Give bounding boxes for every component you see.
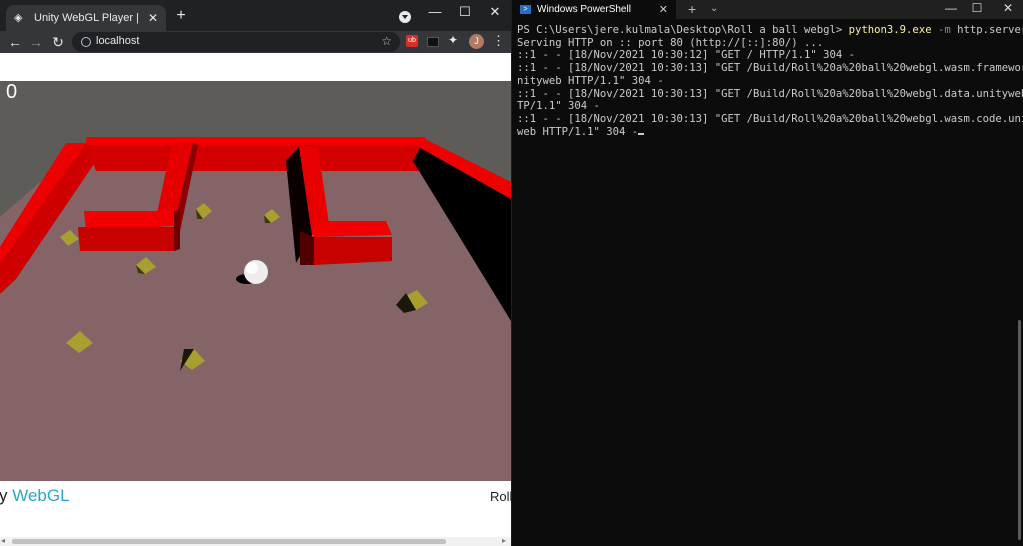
unity-game-canvas[interactable]: 0 [0,81,511,481]
terminal-new-tab-button[interactable]: + [688,1,696,17]
scrollbar-thumb[interactable] [12,539,446,544]
terminal-tab-close-icon[interactable]: ✕ [659,3,668,16]
build-title: Roll [490,489,511,504]
output-line: web HTTP/1.1" 304 - [517,126,1012,139]
close-window-button[interactable]: ✕ [486,4,504,20]
maze-wall-right-horizontal-face [314,237,392,265]
browser-tab-strip: ◈ Unity WebGL Player | Roll a ball ✕ + —… [0,0,511,31]
score-counter: 0 [6,81,18,103]
tab-search-icon[interactable] [399,11,411,23]
terminal-minimize-button[interactable]: — [943,1,959,15]
back-wall-top [86,137,428,145]
terminal-close-button[interactable]: ✕ [1000,1,1016,15]
terminal-scrollbar[interactable] [1018,320,1021,540]
output-line: ::1 - - [18/Nov/2021 10:30:12] "GET / HT… [517,49,856,62]
scroll-left-arrow-icon[interactable]: ◂ [1,536,5,545]
scroll-right-arrow-icon[interactable]: ▸ [502,536,506,545]
extensions-puzzle-icon[interactable]: ✦ [448,33,458,47]
unity-icon: ◈ [14,12,23,24]
terminal-output[interactable]: PS C:\Users\jere.kulmala\Desktop\Roll a … [517,24,1023,139]
terminal-dropdown-icon[interactable]: ⌄ [710,3,718,14]
text-cursor [638,132,645,135]
terminal-tab[interactable]: > Windows PowerShell ✕ [512,0,676,19]
maze-wall-left-horizontal-side [174,209,180,251]
powershell-icon: > [520,5,531,14]
horizontal-scrollbar[interactable]: ◂ ▸ [0,536,511,546]
minimize-button[interactable]: — [426,4,444,19]
output-line: ::1 - - [18/Nov/2021 10:30:13] "GET /Bui… [517,87,1023,100]
maze-wall-right-horizontal-top [312,221,392,237]
webgl-logo: y WebGL [0,486,70,505]
browser-window: ◈ Unity WebGL Player | Roll a ball ✕ + —… [0,0,511,546]
maximize-button[interactable]: ☐ [456,4,474,20]
maze-wall-left-horizontal-face [78,227,174,251]
unity-footer: y WebGL Roll [0,481,511,537]
chrome-menu-icon[interactable]: ⋮ [492,33,505,49]
back-wall-face [86,145,430,171]
browser-toolbar: ← → ↻ localhost ☆ ub ✦ J ⋮ [0,31,511,53]
terminal-titlebar: > Windows PowerShell ✕ + ⌄ — ☐ ✕ [512,0,1023,19]
output-line: Serving HTTP on :: port 80 (http://[::]:… [517,36,824,49]
terminal-tab-title: Windows PowerShell [537,4,631,15]
terminal-maximize-button[interactable]: ☐ [969,1,985,15]
new-tab-button[interactable]: + [172,7,190,25]
output-line: TP/1.1" 304 - [517,100,600,113]
extension-icon[interactable] [427,37,439,47]
forward-button[interactable]: → [27,32,45,52]
ublock-extension-icon[interactable]: ub [406,35,418,47]
tab-title: Unity WebGL Player | Roll a ball [34,12,140,24]
terminal-window: > Windows PowerShell ✕ + ⌄ — ☐ ✕ PS C:\U… [512,0,1023,546]
reload-button[interactable]: ↻ [49,32,67,52]
profile-avatar[interactable]: J [469,34,484,49]
game-scene [0,81,511,481]
page-header-space [0,53,511,81]
bookmark-star-icon[interactable]: ☆ [381,34,392,48]
maze-wall-right-horizontal-side [300,231,314,265]
site-info-icon[interactable] [81,37,91,47]
output-line: ::1 - - [18/Nov/2021 10:30:13] "GET /Bui… [517,112,1023,125]
output-line: ::1 - - [18/Nov/2021 10:30:13] "GET /Bui… [517,62,1023,75]
back-button[interactable]: ← [6,32,24,52]
url-text[interactable]: localhost [96,35,139,47]
browser-tab[interactable]: ◈ Unity WebGL Player | Roll a ball ✕ [6,5,166,31]
tab-close-icon[interactable]: ✕ [148,11,158,25]
address-bar[interactable]: localhost ☆ [72,32,400,52]
output-line: nityweb HTTP/1.1" 304 - [517,74,664,87]
command-line: PS C:\Users\jere.kulmala\Desktop\Roll a … [517,24,1023,36]
